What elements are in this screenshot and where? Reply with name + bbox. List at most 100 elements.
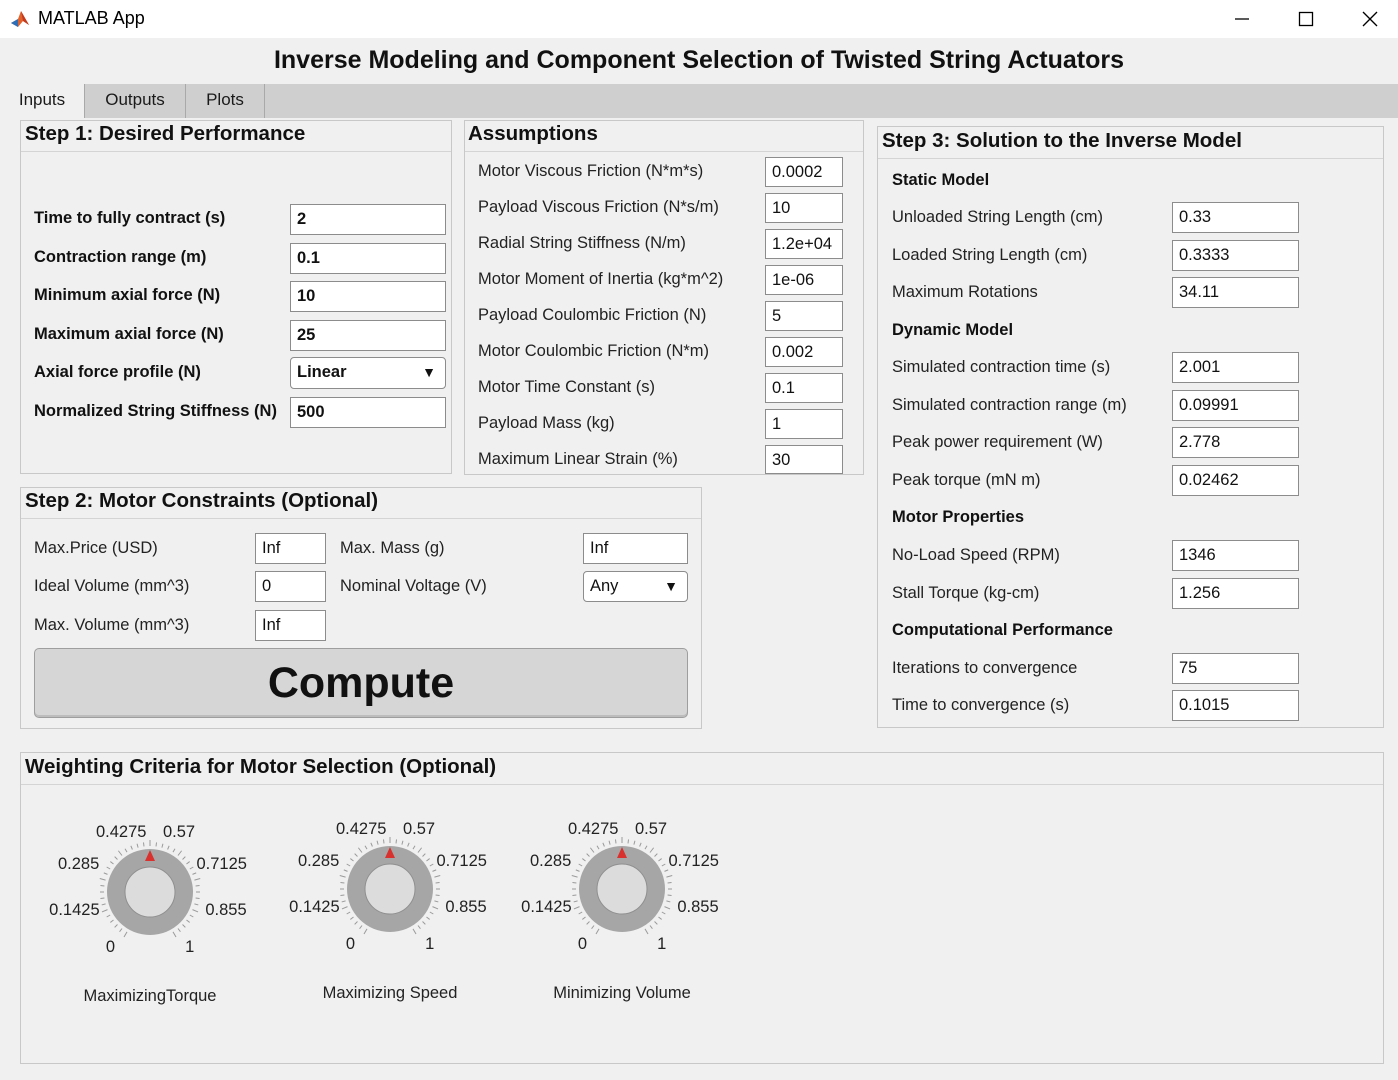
knob-tick-mark — [435, 894, 440, 897]
knob-tick-mark — [354, 853, 358, 857]
knob-tick-mark — [426, 916, 430, 920]
knob-tick-mark — [114, 924, 118, 928]
axial-force-profile-value: Linear — [297, 363, 347, 381]
knob-tick-mark — [182, 856, 186, 860]
knob-tick-mark — [340, 881, 345, 884]
stall-torque-value: 1.256 — [1172, 578, 1299, 609]
max-linear-strain-field[interactable]: 30 — [765, 445, 843, 474]
motor-coulombic-friction-field[interactable]: 0.002 — [765, 337, 843, 367]
knob-tick-mark — [350, 916, 354, 920]
knob-tick-mark — [417, 847, 423, 853]
compute-button[interactable]: Compute — [34, 648, 688, 718]
weight-knob[interactable] — [50, 792, 250, 992]
knob-tick-mark — [110, 919, 114, 923]
knob-tick-mark — [172, 931, 177, 938]
knob-tick-mark — [664, 869, 669, 872]
divider — [21, 518, 701, 519]
knob-tick-mark — [412, 928, 417, 935]
knob-tick-mark — [99, 878, 106, 881]
string-stiffness-field[interactable]: 500 — [290, 397, 446, 428]
sim-contraction-time-label: Simulated contraction time (s) — [892, 358, 1111, 376]
knob-tick-mark — [106, 914, 111, 918]
radial-string-stiffness-field[interactable]: 1.2e+04 — [765, 229, 843, 259]
window-title: MATLAB App — [38, 8, 145, 28]
knob-tick-mark — [194, 903, 199, 906]
axial-force-profile-dropdown[interactable]: Linear ▼ — [290, 357, 446, 389]
step3-title: Step 3: Solution to the Inverse Model — [882, 129, 1242, 152]
motor-time-constant-field[interactable]: 0.1 — [765, 373, 843, 403]
knob-tick-mark — [571, 875, 578, 878]
ideal-volume-field[interactable]: 0 — [255, 571, 326, 602]
iterations-value: 75 — [1172, 653, 1299, 684]
payload-coulombic-friction-label: Payload Coulombic Friction (N) — [478, 306, 707, 324]
no-load-speed-value: 1346 — [1172, 540, 1299, 571]
knob-tick-mark — [666, 875, 673, 878]
contraction-range-label: Contraction range (m) — [34, 248, 207, 266]
tab-plots[interactable]: Plots — [186, 84, 265, 118]
peak-power-label: Peak power requirement (W) — [892, 433, 1103, 451]
knob-tick-mark — [339, 875, 346, 878]
payload-coulombic-friction-field[interactable]: 5 — [765, 301, 843, 331]
knob-tick-mark — [357, 847, 363, 853]
motor-inertia-field[interactable]: 1e-06 — [765, 265, 843, 295]
max-price-field[interactable]: Inf — [255, 533, 326, 564]
dropdown-arrow-icon: ▼ — [422, 364, 436, 380]
contraction-range-field[interactable]: 0.1 — [290, 243, 446, 274]
knob-tick-mark — [582, 858, 586, 862]
min-axial-force-field[interactable]: 10 — [290, 281, 446, 312]
divider — [878, 158, 1383, 159]
knob-tick-mark — [364, 845, 368, 850]
knob-tick-mark — [192, 909, 199, 913]
max-mass-field[interactable]: Inf — [583, 533, 688, 564]
knob-cap — [124, 866, 176, 918]
knob-tick-mark — [658, 916, 662, 920]
weighting-title: Weighting Criteria for Motor Selection (… — [25, 755, 497, 778]
assumptions-title: Assumptions — [468, 122, 598, 145]
radial-string-stiffness-label: Radial String Stiffness (N/m) — [478, 234, 686, 252]
tab-inputs[interactable]: Inputs — [0, 84, 85, 118]
knob-tick-mark — [106, 866, 111, 870]
knob-tick-mark — [654, 853, 658, 857]
knob-tick-mark — [434, 875, 441, 878]
knob-tick-mark — [573, 900, 578, 903]
knob-tick-mark — [101, 903, 106, 906]
knob-tick-mark — [103, 872, 108, 875]
motor-viscous-friction-field[interactable]: 0.0002 — [765, 157, 843, 187]
time-to-contract-field[interactable]: 2 — [290, 204, 446, 235]
knob-tick-mark — [582, 916, 586, 920]
motor-coulombic-friction-label: Motor Coulombic Friction (N*m) — [478, 342, 710, 360]
max-axial-force-field[interactable]: 25 — [290, 320, 446, 351]
knob-tick-mark — [432, 869, 437, 872]
knob-tick-mark — [194, 878, 201, 881]
tab-outputs[interactable]: Outputs — [85, 84, 186, 118]
nominal-voltage-dropdown[interactable]: Any ▼ — [583, 571, 688, 602]
weight-knob[interactable] — [522, 789, 722, 989]
maximize-button[interactable] — [1274, 0, 1338, 38]
knob-tick-mark — [195, 897, 200, 900]
knob-tick-mark — [136, 843, 139, 848]
knob-tick-mark — [575, 869, 580, 872]
weight-knob[interactable] — [290, 789, 490, 989]
payload-mass-field[interactable]: 1 — [765, 409, 843, 439]
close-button[interactable] — [1338, 0, 1398, 38]
motor-viscous-friction-label: Motor Viscous Friction (N*m*s) — [478, 162, 704, 180]
knob-tick-mark — [124, 848, 128, 853]
knob-tick-mark — [119, 928, 123, 932]
knob-tick-mark — [407, 842, 410, 847]
max-volume-field[interactable]: Inf — [255, 610, 326, 641]
minimize-button[interactable] — [1210, 0, 1274, 38]
loaded-length-value: 0.3333 — [1172, 240, 1299, 271]
knob-tick-mark — [589, 847, 595, 853]
convergence-time-value: 0.1015 — [1172, 690, 1299, 721]
knob-tick-mark — [426, 858, 430, 862]
knob-tick-mark — [359, 925, 363, 929]
knob-tick-mark — [346, 911, 351, 915]
knob-tick-mark — [573, 906, 580, 910]
payload-viscous-friction-field[interactable]: 10 — [765, 193, 843, 223]
knob-tick-mark — [195, 884, 200, 887]
knob-tick-mark — [100, 884, 105, 887]
maximize-icon — [1298, 11, 1314, 27]
sim-contraction-time-value: 2.001 — [1172, 352, 1299, 383]
knob-tick-mark — [142, 842, 145, 847]
knob-tick-mark — [189, 866, 194, 870]
